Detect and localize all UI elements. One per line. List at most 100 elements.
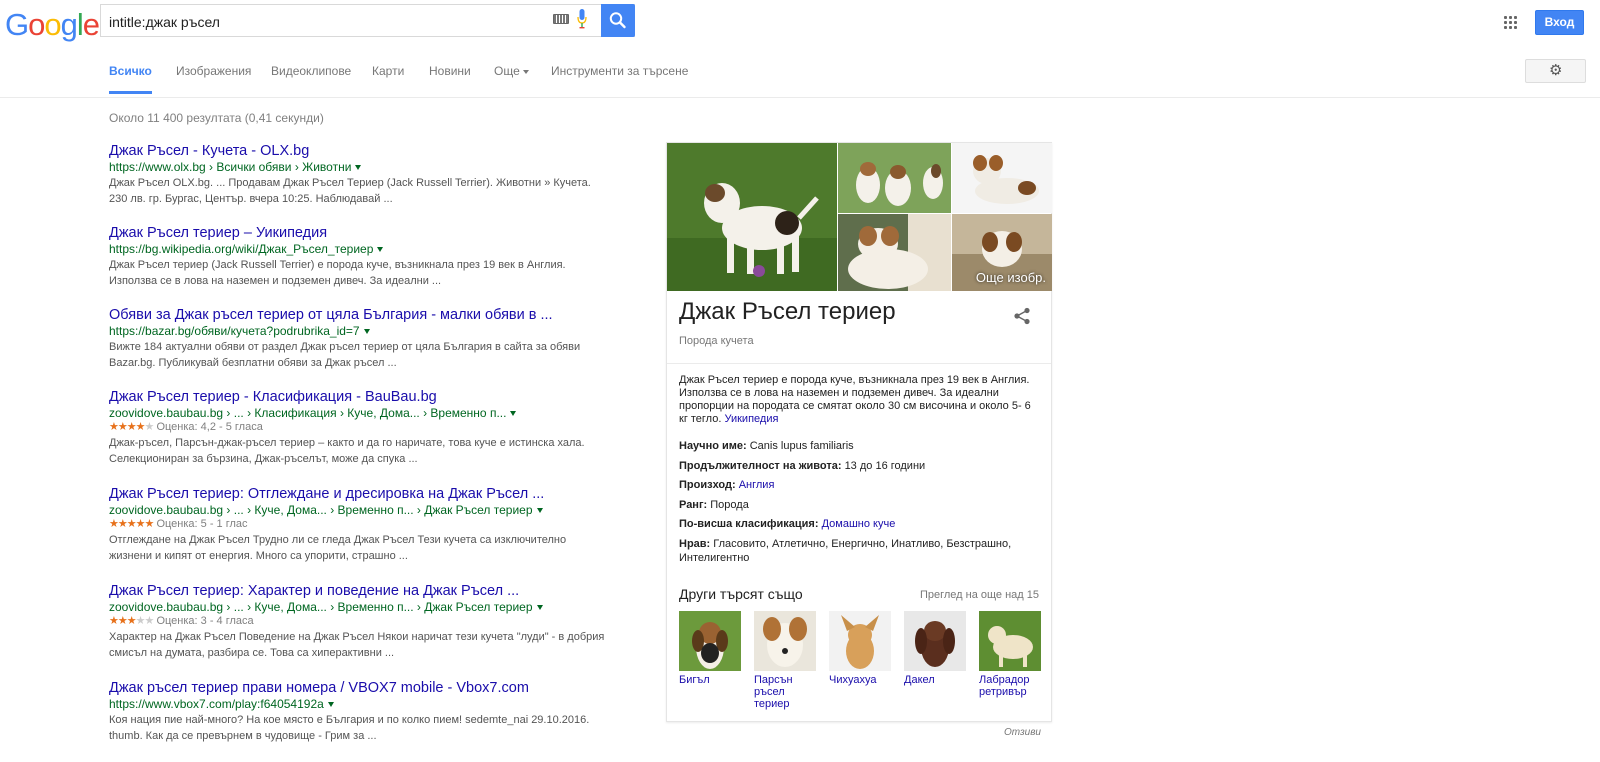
caret-down-icon[interactable] [536,605,543,611]
caret-down-icon[interactable] [327,702,334,708]
google-logo[interactable]: Google [5,7,100,43]
kp-image[interactable]: Още изобр. [952,214,1052,291]
result-title[interactable]: Джак Ръсел териер: Отглеждане и дресиров… [109,486,619,502]
tab-images[interactable]: Изображения [176,64,251,94]
fact-label: Ранг: [679,499,708,511]
tab-more[interactable]: Още [494,64,529,94]
caret-down-icon[interactable] [355,165,362,171]
star-filled-icon: ★ [126,615,137,627]
search-result: Джак ръсел териер прави номера / VBOX7 m… [109,680,619,744]
logo-letter: e [82,7,100,42]
tab-all[interactable]: Всичко [109,64,152,94]
view-more-link[interactable]: Преглед на още над 15 [920,589,1039,601]
snippet-line: Селекциониран за бързина, Джак-ръселът, … [109,453,418,465]
also-search-item[interactable]: Бигъл [679,611,741,686]
also-search-item[interactable]: Лабрадор ретривър [979,611,1041,698]
also-search-item[interactable]: Парсън ръсел териер [754,611,816,710]
search-result: Обяви за Джак ръсел териер от цяла Бълга… [109,307,619,371]
share-icon[interactable] [1013,307,1031,325]
search-result: Джак Ръсел - Кучета - OLX.bg https://www… [109,143,619,207]
star-empty-icon: ★ [135,615,146,627]
rating-stars: ★★★★★ [109,421,154,433]
tab-search-tools[interactable]: Инструменти за търсене [551,64,688,94]
dog-photo [838,214,951,291]
kp-fact: Произход: Англия [679,478,1039,492]
more-images-link[interactable]: Още изобр. [976,270,1046,285]
result-title[interactable]: Джак Ръсел териер: Характер и поведение … [109,583,619,599]
star-filled-icon: ★ [117,518,128,530]
kp-main-image[interactable] [667,143,837,291]
caret-down-icon[interactable] [363,329,370,335]
result-url: https://www.olx.bg › Всички обяви › Живо… [109,160,619,174]
labrador-thumbnail [979,611,1041,671]
knowledge-panel: Още изобр. Джак Ръсел териер Порода куче… [666,142,1052,722]
search-result: Джак Ръсел териер: Характер и поведение … [109,583,619,661]
star-empty-icon: ★ [144,615,155,627]
fact-label: Научно име: [679,440,747,452]
tab-videos[interactable]: Видеоклипове [271,64,351,94]
beagle-thumbnail [679,611,741,671]
star-filled-icon: ★ [126,421,137,433]
result-snippet: Джак-ръсел, Парсън-джак-ръсел териер – к… [109,435,619,467]
dog-photo [667,143,837,291]
rating-stars: ★★★★★ [109,615,155,627]
also-search-label: Парсън ръсел териер [754,674,793,710]
result-url-text: https://bg.wikipedia.org/wiki/Джак_Ръсел… [109,242,374,256]
result-title[interactable]: Джак Ръсел териер – Уикипедия [109,225,619,241]
search-button[interactable] [601,4,635,37]
result-url: zoovidove.baubau.bg › ... › Куче, Дома..… [109,503,619,517]
caret-down-icon[interactable] [377,247,384,253]
dog-photo [952,143,1052,213]
result-snippet: Джак Ръсел териер (Jack Russell Terrier)… [109,257,619,289]
kp-fact: Продължителност на живота: 13 до 16 годи… [679,459,1039,473]
result-url-text: https://www.vbox7.com/play:f64054192a [109,697,324,711]
feedback-link[interactable]: Отзиви [1004,727,1041,738]
logo-letter: g [60,7,78,42]
rating-stars: ★★★★★ [109,518,154,530]
result-url-text: https://www.olx.bg › Всички обяви › Живо… [109,160,352,174]
apps-grid-icon[interactable] [1503,15,1517,29]
also-search-item[interactable]: Дакел [904,611,966,686]
result-url: zoovidove.baubau.bg › ... › Куче, Дома..… [109,600,619,614]
top-bar: Google Вход [0,0,1600,48]
star-filled-icon: ★ [109,615,119,627]
caret-down-icon[interactable] [510,411,517,417]
search-input[interactable] [109,12,529,31]
result-snippet: Вижте 184 актуални обяви от раздел Джак … [109,339,619,371]
also-search-item[interactable]: Чихуахуа [829,611,891,686]
wikipedia-link[interactable]: Уикипедия [724,413,778,425]
result-title[interactable]: Джак Ръсел - Кучета - OLX.bg [109,143,619,159]
fact-value: Гласовито, Атлетично, Енергично, Инатлив… [679,538,1012,564]
kp-image[interactable] [838,143,951,213]
also-search-label: Чихуахуа [829,674,877,686]
result-title[interactable]: Обяви за Джак ръсел териер от цяла Бълга… [109,307,619,323]
result-title[interactable]: Джак Ръсел териер - Класификация - BauBa… [109,389,619,405]
kp-fact: Ранг: Порода [679,498,1039,512]
snippet-line: Характер на Джак Ръсел Поведение на Джак… [109,631,605,643]
settings-button[interactable]: ⚙ [1525,59,1586,83]
also-search-label: Дакел [904,674,935,686]
result-stats: Около 11 400 резултата (0,41 секунди) [109,111,324,125]
keyboard-icon[interactable] [553,14,569,24]
mic-icon[interactable] [577,9,587,29]
result-url: https://www.vbox7.com/play:f64054192a [109,697,619,711]
kp-image[interactable] [952,143,1052,213]
dachshund-thumbnail [904,611,966,671]
star-filled-icon: ★ [117,615,128,627]
snippet-line: thumb. Как да се превърнем в чудовище - … [109,730,377,742]
logo-letter: G [5,7,29,42]
search-icon [609,12,626,29]
tab-more-label: Още [494,64,520,78]
kp-fact: Научно име: Canis lupus familiaris [679,439,1039,453]
search-result: Джак Ръсел териер: Отглеждане и дресиров… [109,486,619,564]
tab-news[interactable]: Новини [429,64,471,94]
tab-maps[interactable]: Карти [372,64,404,94]
kp-image[interactable] [838,214,951,291]
caret-down-icon[interactable] [536,508,543,514]
fact-value-link[interactable]: Домашно куче [822,518,896,530]
fact-value-link[interactable]: Англия [739,479,775,491]
signin-button[interactable]: Вход [1535,10,1584,35]
result-title[interactable]: Джак ръсел териер прави номера / VBOX7 m… [109,680,619,696]
snippet-line: жизнени и кипят от енергия. Много са упо… [109,550,408,562]
snippet-line: Отглеждане на Джак Ръсел Трудно ли се гл… [109,534,567,546]
